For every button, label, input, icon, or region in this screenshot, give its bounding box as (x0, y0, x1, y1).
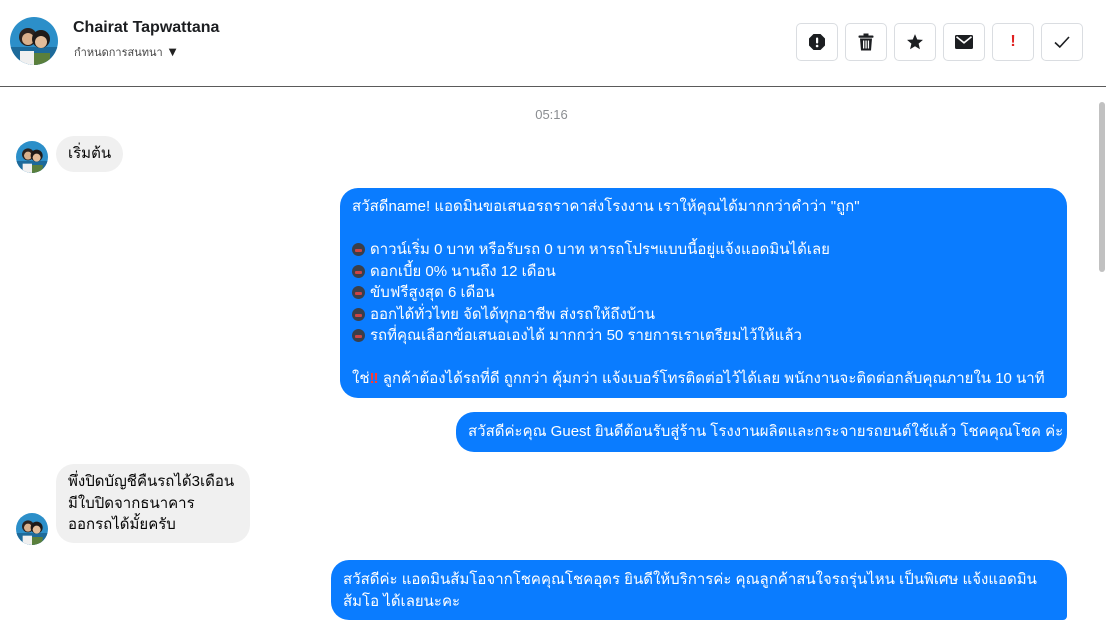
car-emoji-icon (352, 243, 365, 256)
outgoing-message[interactable]: สวัสดีname! แอดมินขอเสนอรถราคาส่งโรงงาน … (340, 188, 1067, 398)
message-line: ออกรถได้มั้ยครับ (68, 516, 176, 533)
message-line: ส้มโอ ได้เลยนะคะ (343, 592, 461, 610)
car-emoji-icon (352, 286, 365, 299)
message-timestamp: 05:16 (535, 107, 568, 122)
car-emoji-icon (352, 264, 365, 278)
delete-button[interactable] (845, 23, 887, 61)
message-line: ดาวน์เริ่ม 0 บาท หรือรับรถ 0 บาท หารถโปร… (352, 239, 1055, 261)
report-icon (809, 34, 825, 50)
conversation-status-label: กำหนดการสนทนา (74, 46, 163, 59)
incoming-message[interactable]: พึ่งปิดบัญชีคืนรถได้3เดือน มีใบปิดจากธนา… (56, 464, 250, 543)
exclamation-icon: ! (1010, 33, 1016, 50)
message-line: ดอกเบี้ย 0% นานถึง 12 เดือน (352, 261, 1055, 283)
caret-down-icon: ▼ (168, 46, 177, 58)
mark-unread-button[interactable] (943, 23, 985, 61)
report-button[interactable] (796, 23, 838, 61)
sender-avatar[interactable] (16, 141, 48, 173)
outgoing-message[interactable]: สวัสดีค่ะคุณ Guest ยินดีต้อนรับสู่ร้าน โ… (456, 412, 1067, 452)
scrollbar[interactable] (1098, 102, 1106, 621)
message-line: ออกได้ทั่วไทย จัดได้ทุกอาชีพ ส่งรถให้ถึง… (352, 304, 1055, 326)
message-line: ขับฟรีสูงสุด 6 เดือน (352, 282, 1055, 304)
star-button[interactable] (894, 23, 936, 61)
check-icon (1054, 36, 1070, 49)
message-line: สวัสดีค่ะ แอดมินส้มโอจากโชคคุณโชคอุดร ยิ… (343, 571, 1037, 588)
trash-icon (858, 33, 874, 51)
message-line: เริ่มต้น (68, 145, 112, 162)
message-line: ใช่‼ ลูกค้าต้องได้รถที่ดี ถูกกว่า คุ้มกว… (352, 370, 1045, 387)
message-line: มีใบปิดจากธนาคาร (68, 494, 195, 512)
mark-done-button[interactable] (1041, 23, 1083, 61)
message-line: สวัสดีname! แอดมินขอเสนอรถราคาส่งโรงงาน … (352, 198, 860, 215)
message-line: รถที่คุณเลือกข้อเสนอเองได้ มากกว่า 50 รา… (352, 325, 1055, 347)
incoming-message[interactable]: เริ่มต้น (56, 136, 124, 172)
message-thread[interactable]: 05:16 เริ่มต้น สวัสดีname! แอดมินขอเสนอร… (0, 88, 1106, 621)
star-icon (907, 34, 923, 50)
mark-important-button[interactable]: ! (992, 23, 1034, 61)
message-line: พึ่งปิดบัญชีคืนรถได้3เดือน (68, 473, 235, 490)
conversation-header: Chairat Tapwattana กำหนดการสนทนา ▼ ! (0, 0, 1106, 87)
mail-icon (955, 35, 973, 49)
message-line: สวัสดีค่ะคุณ Guest ยินดีต้อนรับสู่ร้าน โ… (468, 423, 1064, 440)
car-emoji-icon (352, 307, 365, 321)
contact-avatar[interactable] (10, 17, 58, 65)
contact-name[interactable]: Chairat Tapwattana (73, 19, 219, 37)
outgoing-message[interactable]: สวัสดีค่ะ แอดมินส้มโอจากโชคคุณโชคอุดร ยิ… (331, 560, 1067, 620)
scrollbar-thumb[interactable] (1099, 102, 1105, 272)
conversation-status-dropdown[interactable]: กำหนดการสนทนา ▼ (74, 43, 176, 61)
double-exclamation-icon: ‼ (369, 370, 379, 387)
action-toolbar: ! (796, 23, 1083, 61)
sender-avatar[interactable] (16, 513, 48, 545)
car-emoji-icon (352, 329, 365, 342)
